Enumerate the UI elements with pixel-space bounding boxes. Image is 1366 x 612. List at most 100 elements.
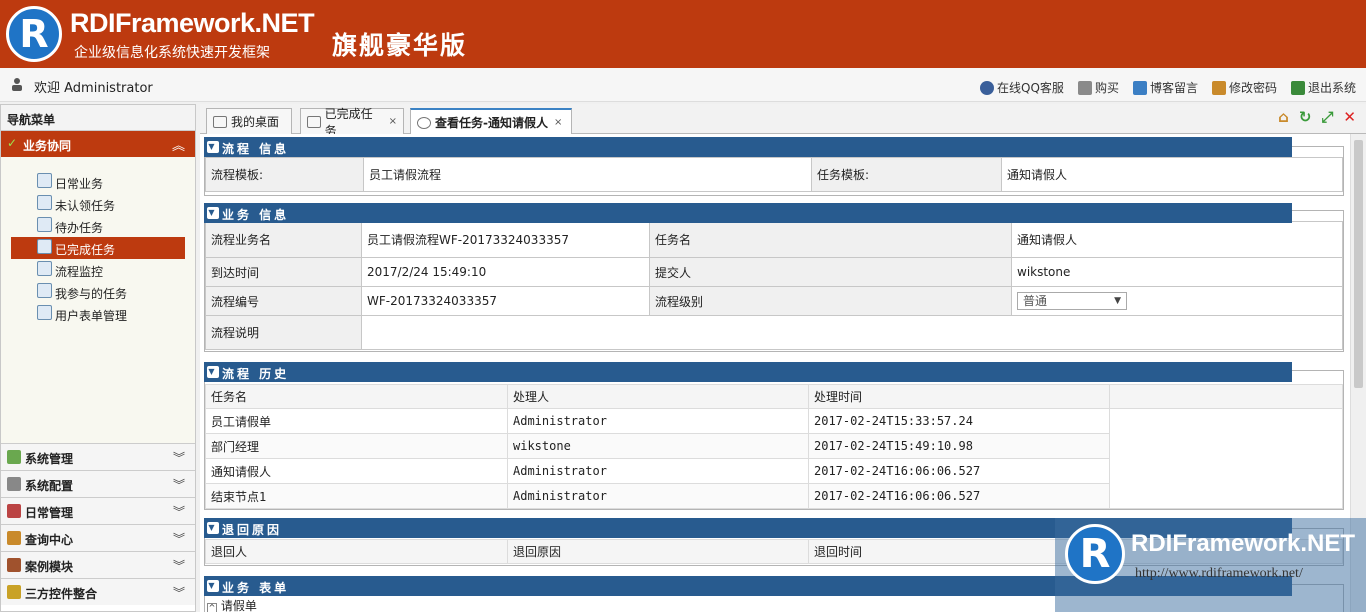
flow-level-select[interactable]: 普通 ▼ — [1017, 292, 1127, 310]
tab-completed-tasks[interactable]: 已完成任务 × — [300, 107, 404, 138]
business-info-title[interactable]: ▼ 业务 信息 — [204, 203, 1292, 223]
sidebar-item-unclaimed-tasks[interactable]: 未认领任务 — [11, 193, 185, 215]
todo-task-icon — [37, 217, 52, 232]
key-icon — [1211, 80, 1226, 95]
sidebar-group-label: 日常管理 — [25, 506, 74, 520]
system-management-icon — [7, 450, 21, 464]
task-name-value: 通知请假人 — [1011, 221, 1343, 258]
package-icon — [7, 585, 21, 599]
sidebar-group-business[interactable]: ✓ 业务协同 ︽ — [1, 131, 195, 157]
sidebar-group-label: 业务协同 — [23, 139, 72, 153]
chevron-down-icon: ︾ — [172, 532, 185, 546]
calendar-icon — [7, 504, 21, 518]
blog-message-link[interactable]: 博客留言 — [1132, 79, 1198, 96]
tab-my-desktop[interactable]: 我的桌面 — [206, 108, 292, 134]
column-header: 退回人 — [205, 539, 508, 564]
home-icon — [213, 115, 227, 128]
sidebar-group-label: 三方控件整合 — [25, 587, 98, 601]
history-title[interactable]: ▼ 流程 历史 — [204, 362, 1292, 382]
eye-icon — [417, 116, 431, 129]
unclaimed-task-icon — [37, 195, 52, 210]
close-all-icon[interactable]: ✕ — [1343, 108, 1356, 126]
column-header: 处理时间 — [808, 384, 1110, 409]
tab-label: 查看任务-通知请假人 — [435, 116, 548, 130]
sidebar-menu: 日常业务 未认领任务 待办任务 已完成任务 流程监控 我参与的任务 用户表单管理 — [1, 157, 195, 443]
collapse-sidebar-icon[interactable]: « — [7, 111, 187, 125]
chevron-down-icon: ︾ — [172, 505, 185, 519]
brand-name: RDIFramework.NET — [70, 8, 315, 38]
flow-number-label: 流程编号 — [205, 286, 362, 316]
task-name-label: 任务名 — [649, 221, 1012, 258]
user-icon — [12, 78, 22, 91]
sidebar-group-system-config[interactable]: 系统配置 ︾ — [1, 470, 195, 497]
sidebar-group-system-management[interactable]: 系统管理 ︾ — [1, 443, 195, 470]
qq-service-link[interactable]: 在线QQ客服 — [980, 79, 1064, 96]
app-window: R RDIFramework.NET 企业级信息化系统快速开发框架 旗舰豪华版 … — [0, 0, 1366, 612]
flow-level-cell: 普通 ▼ — [1011, 286, 1343, 316]
history-header-row: 任务名 处理人 处理时间 — [205, 384, 1343, 409]
sidebar-item-todo-tasks[interactable]: 待办任务 — [11, 215, 185, 237]
folder-icon — [7, 558, 21, 572]
sidebar-item-flow-monitor[interactable]: 流程监控 — [11, 259, 185, 281]
scrollbar-thumb[interactable] — [1354, 140, 1363, 388]
mail-icon — [1132, 80, 1147, 95]
collapse-icon: ▼ — [207, 366, 219, 378]
watermark: R RDIFramework.NET http://www.rdiframewo… — [1055, 518, 1366, 612]
flow-description-label: 流程说明 — [205, 315, 362, 350]
close-icon[interactable]: × — [554, 117, 562, 128]
business-name-value: 员工请假流程WF-20173324033357 — [361, 221, 650, 258]
column-header: 处理人 — [507, 384, 809, 409]
arrive-time-label: 到达时间 — [205, 257, 362, 287]
sidebar-item-label: 日常业务 — [55, 177, 104, 191]
task-template-label: 任务模板: — [811, 157, 1002, 192]
sidebar-item-user-form-management[interactable]: 用户表单管理 — [11, 303, 185, 325]
sidebar-item-daily-business[interactable]: 日常业务 — [11, 171, 185, 193]
table-row[interactable]: 员工请假单 Administrator 2017-02-24T15:33:57.24 — [205, 408, 1343, 509]
tab-label: 我的桌面 — [231, 115, 280, 129]
buy-link[interactable]: 购买 — [1077, 79, 1119, 96]
edition-label: 旗舰豪华版 — [332, 31, 468, 60]
sidebar: 导航菜单 « ✓ 业务协同 ︽ 日常业务 未认领任务 待办任务 已完成任务 流程… — [0, 104, 196, 612]
brand-logo-icon: R — [6, 6, 62, 62]
welcome-bar: 欢迎 Administrator 在线QQ客服 购买 博客留言 修改密码 退出系… — [0, 68, 1366, 102]
monitor-icon — [37, 261, 52, 276]
welcome-text: 欢迎 Administrator — [34, 81, 153, 96]
sidebar-group-third-party-controls[interactable]: 三方控件整合 ︾ — [1, 578, 195, 605]
change-password-link[interactable]: 修改密码 — [1211, 79, 1277, 96]
completed-task-icon — [37, 239, 52, 254]
sidebar-group-query-center[interactable]: 查询中心 ︾ — [1, 524, 195, 551]
history-panel: 任务名 处理人 处理时间 员工请假单 Administrator 2017-02-2… — [204, 370, 1344, 510]
task-template-value: 通知请假人 — [1001, 157, 1343, 192]
history-table: 任务名 处理人 处理时间 员工请假单 Administrator 2017-02-2… — [205, 384, 1343, 509]
tab-tools: ⌂ ↻ ⤢ ✕ — [1278, 108, 1356, 126]
qq-icon — [980, 80, 995, 95]
sidebar-item-my-participated-tasks[interactable]: 我参与的任务 — [11, 281, 185, 303]
column-header: 退回原因 — [507, 539, 809, 564]
process-info-title[interactable]: ▼ 流程 信息 — [204, 137, 1292, 157]
app-header: R RDIFramework.NET 企业级信息化系统快速开发框架 旗舰豪华版 — [0, 0, 1366, 68]
close-icon[interactable]: × — [389, 116, 397, 127]
sidebar-item-completed-tasks[interactable]: 已完成任务 — [11, 237, 185, 259]
tab-bar: 我的桌面 已完成任务 × 查看任务-通知请假人 × ⌂ ↻ ⤢ ✕ — [200, 104, 1366, 138]
chevron-down-icon: ︾ — [172, 586, 185, 600]
flow-number-value: WF-20173324033357 — [361, 286, 650, 316]
fullscreen-icon[interactable]: ⤢ — [1321, 108, 1333, 126]
sidebar-group-daily-management[interactable]: 日常管理 ︾ — [1, 497, 195, 524]
form-tree-item[interactable]: ^ 请假单 — [207, 597, 257, 612]
column-header: 任务名 — [205, 384, 508, 409]
home-tool-icon[interactable]: ⌂ — [1278, 108, 1289, 126]
column-header-empty — [1109, 384, 1343, 409]
sidebar-item-label: 流程监控 — [55, 265, 104, 279]
arrive-time-value: 2017/2/24 15:49:10 — [361, 257, 650, 287]
dropdown-arrow-icon: ▼ — [1114, 296, 1121, 306]
watermark-logo-icon: R — [1065, 524, 1125, 584]
business-info-table: 流程业务名 员工请假流程WF-20173324033357 任务名 通知请假人 … — [205, 221, 1343, 350]
brand-subtitle: 企业级信息化系统快速开发框架 — [74, 45, 270, 61]
tab-view-task[interactable]: 查看任务-通知请假人 × — [410, 108, 572, 135]
sidebar-group-label: 系统配置 — [25, 479, 74, 493]
logout-link[interactable]: 退出系统 — [1290, 79, 1356, 96]
chevron-down-icon: ︾ — [172, 478, 185, 492]
sidebar-group-case-module[interactable]: 案例模块 ︾ — [1, 551, 195, 578]
refresh-icon[interactable]: ↻ — [1299, 108, 1312, 126]
sidebar-group-label: 系统管理 — [25, 452, 74, 466]
